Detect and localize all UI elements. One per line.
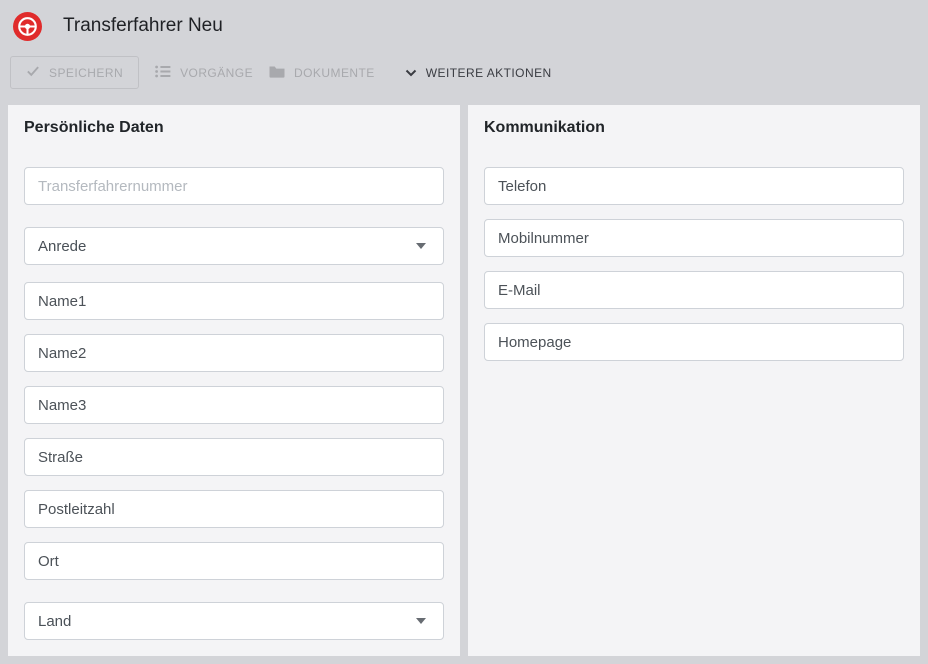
strasse-input[interactable] <box>24 438 444 476</box>
dokumente-button-label: DOKUMENTE <box>294 66 375 80</box>
weitere-aktionen-button[interactable]: WEITERE AKTIONEN <box>405 66 552 80</box>
transferfahrernummer-input[interactable] <box>24 167 444 205</box>
panel-title-persoenliche-daten: Persönliche Daten <box>24 119 444 137</box>
vorgaenge-button[interactable]: VORGÄNGE <box>155 65 253 81</box>
main-content: Persönliche Daten Anrede Land <box>0 97 928 664</box>
land-select-value: Land <box>38 613 71 630</box>
postleitzahl-input[interactable] <box>24 490 444 528</box>
panel-persoenliche-daten: Persönliche Daten Anrede Land <box>8 105 460 656</box>
save-button-label: SPEICHERN <box>49 66 123 80</box>
steering-wheel-icon <box>13 12 42 41</box>
name3-input[interactable] <box>24 386 444 424</box>
vorgaenge-button-label: VORGÄNGE <box>180 66 253 80</box>
anrede-select-value: Anrede <box>38 238 86 255</box>
panel-title-kommunikation: Kommunikation <box>484 119 904 137</box>
app-header: Transferfahrer Neu <box>0 0 928 52</box>
page: Transferfahrer Neu SPEICHERN VORGÄNGE <box>0 0 928 664</box>
name2-input[interactable] <box>24 334 444 372</box>
caret-down-icon <box>416 618 426 624</box>
chevron-down-icon <box>405 66 417 80</box>
folder-icon <box>269 65 285 81</box>
anrede-select[interactable]: Anrede <box>24 227 444 265</box>
save-button[interactable]: SPEICHERN <box>10 56 139 89</box>
page-title: Transferfahrer Neu <box>63 15 223 37</box>
dokumente-button[interactable]: DOKUMENTE <box>269 65 375 81</box>
land-select[interactable]: Land <box>24 602 444 640</box>
caret-down-icon <box>416 243 426 249</box>
weitere-aktionen-button-label: WEITERE AKTIONEN <box>426 66 552 80</box>
mobilnummer-input[interactable] <box>484 219 904 257</box>
name1-input[interactable] <box>24 282 444 320</box>
ort-input[interactable] <box>24 542 444 580</box>
homepage-input[interactable] <box>484 323 904 361</box>
telefon-input[interactable] <box>484 167 904 205</box>
list-icon <box>155 65 171 81</box>
toolbar: SPEICHERN VORGÄNGE DOKUMENTE <box>0 52 928 97</box>
check-icon <box>26 65 40 80</box>
email-input[interactable] <box>484 271 904 309</box>
panel-kommunikation: Kommunikation <box>468 105 920 656</box>
